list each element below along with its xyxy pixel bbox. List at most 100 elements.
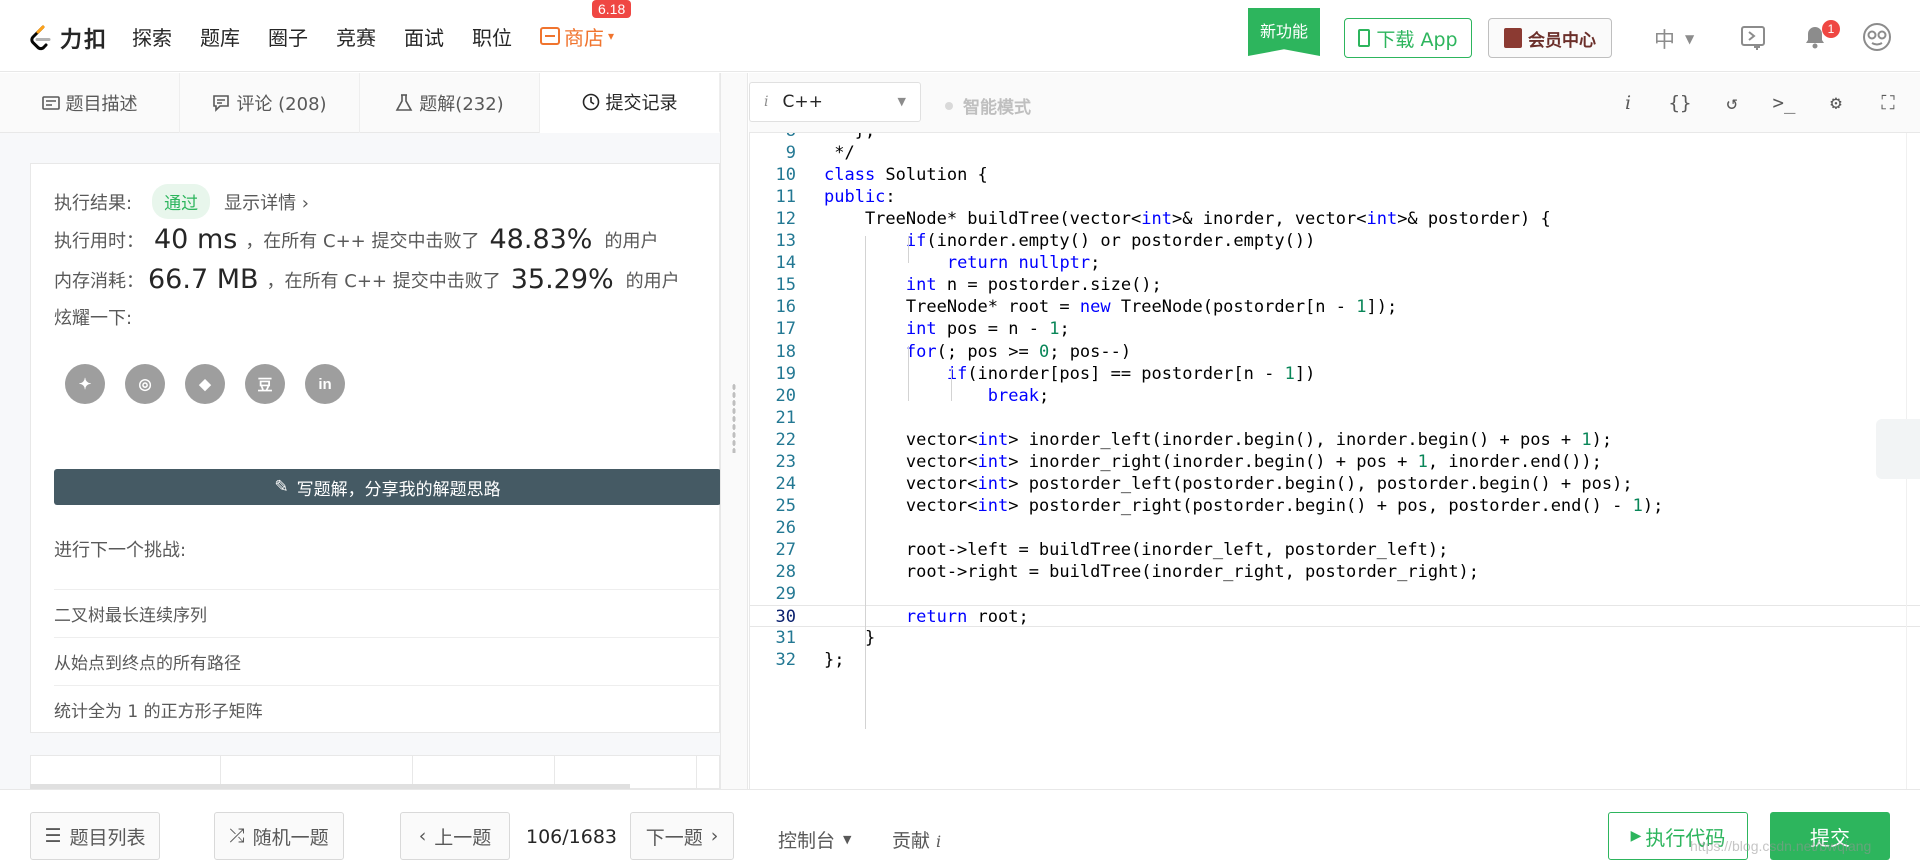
wechat-icon[interactable]: ✦ <box>65 364 105 404</box>
next-problem-button[interactable]: 下一题 › <box>630 812 734 860</box>
avatar[interactable] <box>1862 22 1892 52</box>
tab-comments-label: 评论 (208) <box>236 94 327 115</box>
chevron-right-icon: › <box>710 825 719 847</box>
settings-icon[interactable]: ⚙ <box>1824 91 1848 115</box>
line-number: 29 <box>775 584 796 605</box>
code-line[interactable]: 32}; <box>750 649 1920 671</box>
contribute-label: 贡献 <box>892 830 931 852</box>
result-row: 执行结果: 通过 显示详情 › <box>54 184 309 219</box>
code-line[interactable]: 25 vector<int> postorder_right(postorder… <box>750 495 1920 517</box>
code-text: vector<int> postorder_left(postorder.beg… <box>824 473 1633 494</box>
code-line[interactable]: 18 for(; pos >= 0; pos--) <box>750 341 1920 363</box>
leetcode-logo[interactable]: 力扣 <box>26 22 108 54</box>
drag-handle-icon <box>732 383 736 453</box>
code-line[interactable]: 29 <box>750 583 1920 605</box>
chevron-down-icon: ▼ <box>897 95 906 108</box>
random-problem-label: 随机一题 <box>252 826 329 849</box>
braces-icon[interactable]: {} <box>1668 91 1692 115</box>
tab-description[interactable]: 题目描述 <box>0 73 180 133</box>
tab-comments[interactable]: 评论 (208) <box>180 73 360 133</box>
code-line[interactable]: 14 return nullptr; <box>750 252 1920 274</box>
memory-row: 内存消耗： 66.7 MB ，在所有 C++ 提交中击败了 35.29% 的用户 <box>54 264 680 295</box>
code-line[interactable]: 8 * }; <box>750 133 1920 142</box>
code-text: return root; <box>905 607 1029 628</box>
new-feature-ribbon[interactable]: 新功能 <box>1248 8 1320 56</box>
next-challenge-item[interactable]: 二叉树最长连续序列 <box>54 589 721 637</box>
nav-circle[interactable]: 圈子 <box>268 22 308 51</box>
code-line[interactable]: 28 root->right = buildTree(inorder_right… <box>750 561 1920 583</box>
code-text: vector<int> inorder_right(inorder.begin(… <box>824 451 1602 472</box>
playground-icon[interactable] <box>1740 24 1766 50</box>
qq-icon[interactable]: ◆ <box>185 364 225 404</box>
smart-mode-toggle[interactable]: 智能模式 <box>945 93 1031 118</box>
weibo-icon[interactable]: ◎ <box>125 364 165 404</box>
tab-solutions[interactable]: 题解(232) <box>360 73 540 133</box>
code-line[interactable]: 9 */ <box>750 142 1920 164</box>
prev-problem-button[interactable]: ‹ 上一题 <box>400 812 510 860</box>
list-icon: ☰ <box>44 825 62 847</box>
main-nav: 探索 题库 圈子 竞赛 面试 职位 商店 ▾ 6.18 <box>132 0 642 72</box>
vip-center-button[interactable]: 会员中心 <box>1488 18 1612 58</box>
comment-icon <box>213 95 230 112</box>
code-line[interactable]: 20 break; <box>750 385 1920 407</box>
reset-icon[interactable]: ↺ <box>1720 91 1744 115</box>
show-details-link[interactable]: 显示详情 › <box>224 189 309 215</box>
terminal-icon[interactable]: >_ <box>1772 91 1796 115</box>
submission-panel: 执行结果: 通过 显示详情 › 执行用时： 40 ms ，在所有 C++ 提交中… <box>0 133 721 789</box>
code-line[interactable]: 11 public: <box>750 186 1920 208</box>
code-line[interactable]: 21 <box>750 407 1920 429</box>
info-icon[interactable]: i <box>1616 91 1640 115</box>
code-line[interactable]: 26 <box>750 517 1920 539</box>
contribute-link[interactable]: 贡献 i <box>892 826 941 853</box>
code-line[interactable]: 10 class Solution { <box>750 164 1920 186</box>
nav-explore[interactable]: 探索 <box>132 22 172 51</box>
code-line[interactable]: 24 vector<int> postorder_left(postorder.… <box>750 473 1920 495</box>
random-problem-button[interactable]: ⤮ 随机一题 <box>214 812 344 860</box>
next-challenge-item[interactable]: 从始点到终点的所有路径 <box>54 637 721 685</box>
linkedin-icon[interactable]: in <box>305 364 345 404</box>
nav-store[interactable]: 商店 ▾ 6.18 <box>540 0 632 51</box>
info-icon: i <box>764 94 769 110</box>
code-line[interactable]: 16 TreeNode* root = new TreeNode(postord… <box>750 296 1920 318</box>
line-number: 16 <box>775 297 796 318</box>
nav-jobs[interactable]: 职位 <box>472 22 512 51</box>
douban-icon[interactable]: 豆 <box>245 364 285 404</box>
code-line[interactable]: 31 } <box>750 627 1920 649</box>
share-label: 炫耀一下: <box>54 304 132 330</box>
line-number: 30 <box>775 607 796 628</box>
result-label: 执行结果: <box>54 192 133 214</box>
code-editor[interactable]: 8 * };9 */10class Solution {11public:12 … <box>749 133 1920 789</box>
problem-pager: 106/1683 <box>526 826 618 848</box>
vip-center-label: 会员中心 <box>1528 30 1596 51</box>
code-line[interactable]: 23 vector<int> inorder_right(inorder.beg… <box>750 451 1920 473</box>
language-select[interactable]: i C++ ▼ <box>749 82 921 122</box>
code-line[interactable]: 15 int n = postorder.size(); <box>750 274 1920 296</box>
code-line[interactable]: 30 return root; <box>750 605 1920 628</box>
line-number: 20 <box>775 385 796 406</box>
tab-submissions[interactable]: 提交记录 <box>540 73 720 133</box>
nav-problems[interactable]: 题库 <box>200 22 240 51</box>
problem-list-button[interactable]: ☰ 题目列表 <box>30 812 160 860</box>
console-toggle[interactable]: 控制台 ▼ <box>778 826 851 853</box>
write-solution-label: 写题解，分享我的解题思路 <box>296 479 501 500</box>
write-solution-button[interactable]: ✎ 写题解，分享我的解题思路 <box>54 469 721 505</box>
code-line[interactable]: 13 if(inorder.empty() or postorder.empty… <box>750 230 1920 252</box>
code-line[interactable]: 12 TreeNode* buildTree(vector<int>& inor… <box>750 208 1920 230</box>
code-line[interactable]: 22 vector<int> inorder_left(inorder.begi… <box>750 429 1920 451</box>
panel-splitter[interactable] <box>720 73 748 789</box>
code-line[interactable]: 19 if(inorder[pos] == postorder[n - 1]) <box>750 363 1920 385</box>
download-app-button[interactable]: 下载 App <box>1344 18 1472 58</box>
line-number: 15 <box>775 275 796 296</box>
code-line[interactable]: 17 int pos = n - 1; <box>750 318 1920 340</box>
next-challenge-item[interactable]: 统计全为 1 的正方形子矩阵 <box>54 685 721 733</box>
side-panel-tab[interactable] <box>1876 419 1920 479</box>
clock-icon <box>582 93 599 111</box>
fullscreen-icon[interactable]: ⛶ <box>1876 91 1900 115</box>
nav-interview[interactable]: 面试 <box>404 22 444 51</box>
nav-contest[interactable]: 竞赛 <box>336 22 376 51</box>
memory-suffix: 的用户 <box>625 270 680 292</box>
language-switcher[interactable]: 中 ▼ <box>1654 24 1694 54</box>
store-badge: 6.18 <box>592 0 632 18</box>
code-line[interactable]: 27 root->left = buildTree(inorder_left, … <box>750 539 1920 561</box>
logo-text: 力扣 <box>60 28 109 53</box>
